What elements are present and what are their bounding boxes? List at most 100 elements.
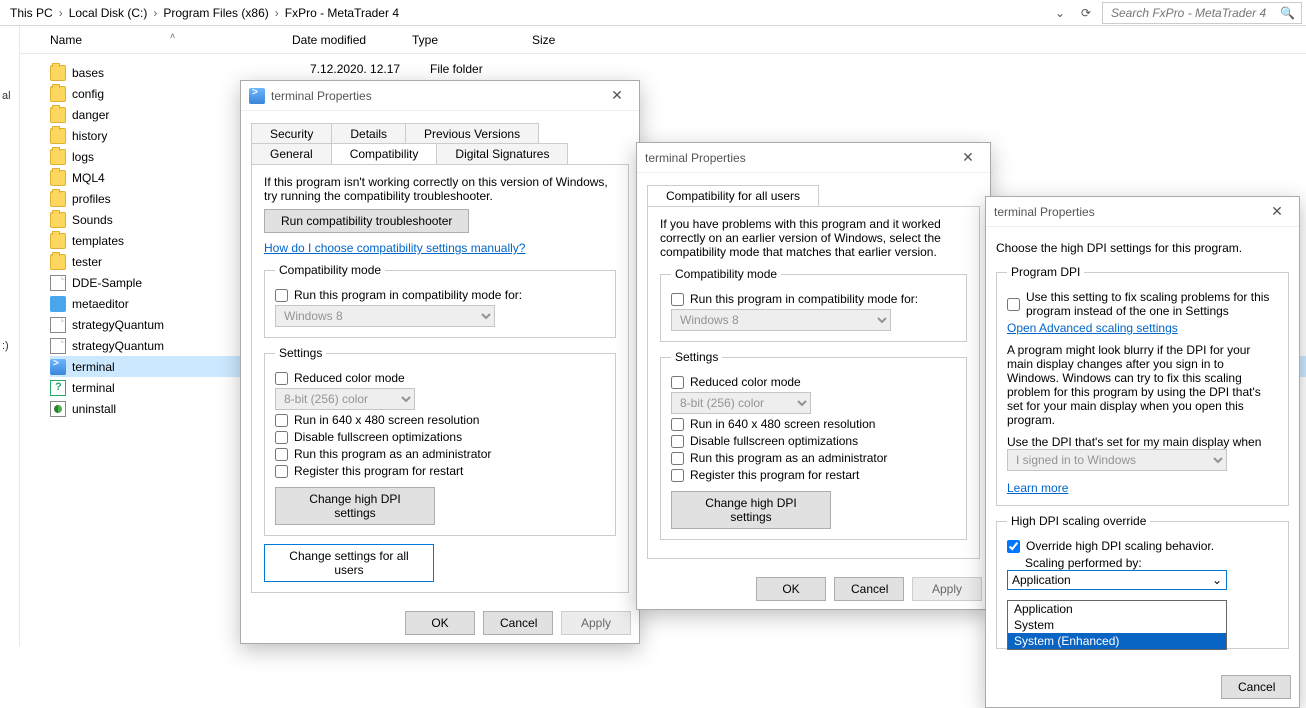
compat-legend: Compatibility mode xyxy=(275,263,385,277)
register-restart-checkbox[interactable]: Register this program for restart xyxy=(671,468,956,482)
option-system-enhanced[interactable]: System (Enhanced) xyxy=(1008,633,1226,649)
search-icon[interactable]: 🔍 xyxy=(1280,6,1295,20)
override-dpi-checkbox[interactable]: Override high DPI scaling behavior. xyxy=(1007,539,1278,553)
change-dpi-button[interactable]: Change high DPI settings xyxy=(275,487,435,525)
file-icon xyxy=(50,317,66,333)
file-name: Sounds xyxy=(72,213,113,227)
file-icon xyxy=(50,338,66,354)
when-label: Use the DPI that's set for my main displ… xyxy=(1007,435,1278,449)
run-troubleshooter-button[interactable]: Run compatibility troubleshooter xyxy=(264,209,469,233)
file-row[interactable]: danger xyxy=(50,104,1306,125)
close-icon[interactable]: ✕ xyxy=(1263,203,1291,220)
breadcrumb-item[interactable]: Program Files (x86) xyxy=(163,6,268,20)
breadcrumb-item[interactable]: FxPro - MetaTrader 4 xyxy=(285,6,399,20)
file-name: bases xyxy=(72,66,104,80)
navpane-fragment: :) xyxy=(0,336,19,356)
file-name: logs xyxy=(72,150,94,164)
reduced-color-checkbox[interactable]: Reduced color mode xyxy=(275,371,605,385)
folder-icon xyxy=(50,170,66,186)
col-name[interactable]: Name˄ xyxy=(20,33,280,47)
file-name: metaeditor xyxy=(72,297,129,311)
compat-mode-checkbox[interactable]: Run this program in compatibility mode f… xyxy=(275,288,605,302)
file-row[interactable]: bases xyxy=(50,62,1306,83)
scaling-dropdown[interactable]: Application System System (Enhanced) xyxy=(1007,600,1227,650)
tab-details[interactable]: Details xyxy=(331,123,406,144)
ok-button[interactable]: OK xyxy=(756,577,826,601)
cancel-button[interactable]: Cancel xyxy=(1221,675,1291,699)
breadcrumb-item[interactable]: Local Disk (C:) xyxy=(69,6,148,20)
color-depth-select[interactable]: 8-bit (256) color xyxy=(671,392,811,414)
refresh-icon[interactable]: ⟳ xyxy=(1076,3,1096,23)
compat-mode-checkbox[interactable]: Run this program in compatibility mode f… xyxy=(671,292,956,306)
disable-fullscreen-checkbox[interactable]: Disable fullscreen optimizations xyxy=(671,434,956,448)
file-name: terminal xyxy=(72,381,115,395)
advanced-scaling-link[interactable]: Open Advanced scaling settings xyxy=(1007,321,1178,335)
column-headers[interactable]: Name˄ Date modified Type Size xyxy=(20,26,1306,54)
col-size[interactable]: Size xyxy=(520,33,600,47)
dpi-explain-text: A program might look blurry if the DPI f… xyxy=(1007,343,1278,427)
col-type[interactable]: Type xyxy=(400,33,520,47)
file-name: terminal xyxy=(72,360,115,374)
col-date[interactable]: Date modified xyxy=(280,33,400,47)
help-link[interactable]: How do I choose compatibility settings m… xyxy=(264,241,525,255)
apply-button[interactable]: Apply xyxy=(912,577,982,601)
fix-scaling-checkbox[interactable]: Use this setting to fix scaling problems… xyxy=(1007,290,1278,318)
register-restart-checkbox[interactable]: Register this program for restart xyxy=(275,464,605,478)
search-field[interactable] xyxy=(1109,5,1280,21)
scaling-performed-label: Scaling performed by: xyxy=(1007,556,1278,570)
compat-os-select[interactable]: Windows 8 xyxy=(671,309,891,331)
reduced-color-checkbox[interactable]: Reduced color mode xyxy=(671,375,956,389)
run-as-admin-checkbox[interactable]: Run this program as an administrator xyxy=(275,447,605,461)
compat-os-select[interactable]: Windows 8 xyxy=(275,305,495,327)
low-res-checkbox[interactable]: Run in 640 x 480 screen resolution xyxy=(275,413,605,427)
file-name: history xyxy=(72,129,107,143)
first-row-meta: 7.12.2020. 12.17 File folder xyxy=(310,62,550,76)
scaling-combo[interactable]: Application⌄ xyxy=(1007,570,1227,590)
run-as-admin-checkbox[interactable]: Run this program as an administrator xyxy=(671,451,956,465)
apply-button[interactable]: Apply xyxy=(561,611,631,635)
when-select[interactable]: I signed in to Windows xyxy=(1007,449,1227,471)
chevron-down-icon: ⌄ xyxy=(1212,573,1222,587)
tab-general[interactable]: General xyxy=(251,143,332,164)
settings-legend: Settings xyxy=(671,350,722,364)
search-input[interactable]: 🔍 xyxy=(1102,2,1302,24)
breadcrumb-item[interactable]: This PC xyxy=(10,6,53,20)
tab-digital-signatures[interactable]: Digital Signatures xyxy=(436,143,568,164)
color-depth-select[interactable]: 8-bit (256) color xyxy=(275,388,415,410)
file-name: MQL4 xyxy=(72,171,105,185)
intro-text: If this program isn't working correctly … xyxy=(264,175,616,203)
folder-icon xyxy=(50,128,66,144)
close-icon[interactable]: ✕ xyxy=(603,87,631,104)
uninst-icon xyxy=(50,401,66,417)
option-system[interactable]: System xyxy=(1008,617,1226,633)
file-name: templates xyxy=(72,234,124,248)
option-application[interactable]: Application xyxy=(1008,601,1226,617)
change-dpi-button[interactable]: Change high DPI settings xyxy=(671,491,831,529)
ok-button[interactable]: OK xyxy=(405,611,475,635)
tab-previous-versions[interactable]: Previous Versions xyxy=(405,123,539,144)
file-row[interactable]: config xyxy=(50,83,1306,104)
folder-icon xyxy=(50,86,66,102)
compat-legend: Compatibility mode xyxy=(671,267,781,281)
chm-icon xyxy=(50,380,66,396)
file-name: uninstall xyxy=(72,402,116,416)
learn-more-link[interactable]: Learn more xyxy=(1007,481,1068,495)
tab-compatibility[interactable]: Compatibility xyxy=(331,143,438,164)
dialog-title: terminal Properties xyxy=(271,89,372,103)
file-name: profiles xyxy=(72,192,111,206)
cancel-button[interactable]: Cancel xyxy=(483,611,553,635)
sort-indicator-icon: ˄ xyxy=(170,31,175,41)
dialog-title: terminal Properties xyxy=(994,205,1095,219)
tab-compat-all-users[interactable]: Compatibility for all users xyxy=(647,185,819,206)
change-all-users-button[interactable]: Change settings for all users xyxy=(264,544,434,582)
close-icon[interactable]: ✕ xyxy=(954,149,982,166)
nav-pane: al :) xyxy=(0,26,20,646)
override-legend: High DPI scaling override xyxy=(1007,514,1150,528)
tab-security[interactable]: Security xyxy=(251,123,332,144)
low-res-checkbox[interactable]: Run in 640 x 480 screen resolution xyxy=(671,417,956,431)
folder-icon xyxy=(50,191,66,207)
properties-dialog-2: terminal Properties ✕ Compatibility for … xyxy=(636,142,991,610)
disable-fullscreen-checkbox[interactable]: Disable fullscreen optimizations xyxy=(275,430,605,444)
chevron-down-icon[interactable]: ⌄ xyxy=(1050,3,1070,23)
cancel-button[interactable]: Cancel xyxy=(834,577,904,601)
